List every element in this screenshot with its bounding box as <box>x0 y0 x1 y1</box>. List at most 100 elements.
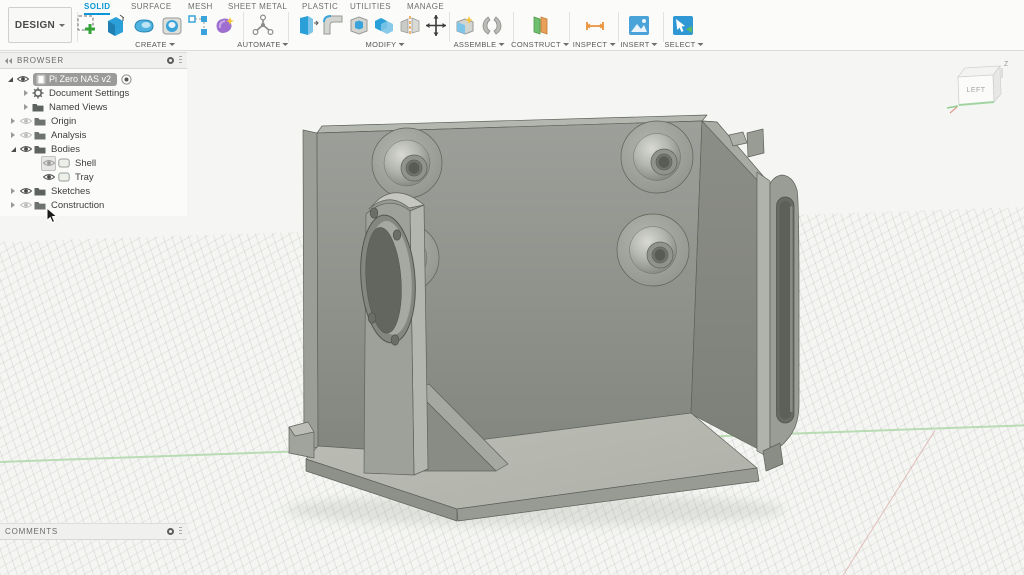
measure-icon[interactable] <box>583 13 607 38</box>
group-create[interactable]: CREATE <box>135 40 175 49</box>
expand-caret-icon[interactable] <box>5 77 15 82</box>
standoff-top-left[interactable] <box>372 128 442 198</box>
expand-caret-icon[interactable] <box>8 132 18 138</box>
expand-caret-icon[interactable] <box>21 104 31 110</box>
tree-row-bodies[interactable]: Bodies <box>0 142 187 156</box>
right-wall-outer-edge[interactable] <box>757 172 770 458</box>
visibility-eye-off-icon[interactable] <box>18 117 33 125</box>
hole-icon[interactable] <box>160 13 184 38</box>
group-inspect-label: INSPECT <box>573 40 608 49</box>
browser-header[interactable]: BROWSER <box>0 52 187 69</box>
tree-item-label: Sketches <box>51 186 90 197</box>
tree-row-tray[interactable]: Tray <box>0 170 187 184</box>
folder-icon <box>33 187 47 196</box>
fillet-icon[interactable] <box>321 13 345 38</box>
folder-icon <box>33 117 47 126</box>
folder-icon <box>31 103 45 112</box>
tree-row-sketches[interactable]: Sketches <box>0 184 187 198</box>
group-insert[interactable]: INSERT <box>620 40 657 49</box>
port-panel-tab[interactable] <box>747 129 764 157</box>
visibility-eye-off-icon[interactable] <box>18 131 33 139</box>
standoff-bottom-right[interactable] <box>617 214 689 286</box>
view-cube[interactable]: LEFT Z <box>944 56 1014 122</box>
tab-utilities[interactable]: UTILITIES <box>350 2 391 13</box>
tab-plastic[interactable]: PLASTIC <box>302 2 338 13</box>
visibility-eye-icon[interactable] <box>18 187 33 195</box>
standoff-top-right[interactable] <box>621 121 693 193</box>
group-select[interactable]: SELECT <box>665 40 704 49</box>
extrude-icon[interactable] <box>104 13 128 38</box>
selected-root-chip[interactable]: Pi Zero NAS v2 <box>33 73 117 86</box>
tree-item-label: Tray <box>75 172 94 183</box>
create-sketch-icon[interactable] <box>76 13 100 38</box>
visibility-eye-icon[interactable] <box>15 75 30 83</box>
tree-row-named-views[interactable]: Named Views <box>0 100 187 114</box>
group-inspect[interactable]: INSPECT <box>573 40 616 49</box>
comments-header[interactable]: COMMENTS <box>0 523 187 540</box>
insert-image-icon[interactable] <box>627 13 651 38</box>
collapse-panel-icon[interactable] <box>5 58 12 64</box>
tree-row-shell[interactable]: Shell <box>0 156 187 170</box>
tree-item-label: Shell <box>75 158 96 169</box>
expand-caret-icon[interactable] <box>8 188 18 194</box>
viewport-3d[interactable]: LEFT Z BROWSER <box>0 50 1024 575</box>
expand-caret-icon[interactable] <box>8 202 18 208</box>
browser-panel: BROWSER Pi Zero NAS v2 <box>0 52 187 216</box>
visibility-eye-icon[interactable] <box>40 173 57 181</box>
visibility-eye-hover-icon[interactable] <box>40 156 57 171</box>
comments-panel: COMMENTS <box>0 523 187 540</box>
expand-caret-icon[interactable] <box>21 90 31 96</box>
construct-plane-icon[interactable] <box>528 13 552 38</box>
gear-icon <box>31 87 45 99</box>
tree-row-analysis[interactable]: Analysis <box>0 128 187 142</box>
joint-icon[interactable] <box>480 13 504 38</box>
automate-icon[interactable] <box>251 13 275 38</box>
new-component-icon[interactable] <box>453 13 477 38</box>
split-body-icon[interactable] <box>398 13 422 38</box>
folder-icon <box>33 201 47 210</box>
panel-options-icon[interactable] <box>167 57 174 64</box>
document-icon <box>36 74 46 85</box>
group-modify[interactable]: MODIFY <box>366 40 405 49</box>
group-create-label: CREATE <box>135 40 167 49</box>
panel-grip-icon[interactable] <box>179 56 182 65</box>
tree-row-document-settings[interactable]: Document Settings <box>0 86 187 100</box>
screw-hole-4 <box>391 335 399 345</box>
folder-icon <box>33 131 47 140</box>
select-icon[interactable] <box>671 13 695 38</box>
viewcube-face-label[interactable]: LEFT <box>966 87 985 94</box>
tree-row-root[interactable]: Pi Zero NAS v2 <box>0 72 187 86</box>
visibility-eye-off-icon[interactable] <box>18 201 33 209</box>
toolbar-separator <box>618 12 619 42</box>
press-pull-icon[interactable] <box>295 13 319 38</box>
group-assemble-label: ASSEMBLE <box>454 40 497 49</box>
revolve-icon[interactable] <box>132 13 156 38</box>
tab-surface[interactable]: SURFACE <box>131 2 172 13</box>
left-wall-edge[interactable] <box>303 130 318 451</box>
group-assemble[interactable]: ASSEMBLE <box>454 40 505 49</box>
expand-caret-icon[interactable] <box>8 147 18 152</box>
panel-grip-icon[interactable] <box>179 527 182 536</box>
tab-mesh[interactable]: MESH <box>188 2 213 13</box>
visibility-eye-icon[interactable] <box>18 145 33 153</box>
tree-row-construction[interactable]: Construction <box>0 198 187 212</box>
expand-caret-icon[interactable] <box>8 118 18 124</box>
tab-manage[interactable]: MANAGE <box>407 2 444 13</box>
screw-hole-2 <box>393 230 401 240</box>
tree-item-label: Origin <box>51 116 76 127</box>
activate-component-icon[interactable] <box>121 74 132 85</box>
group-construct-label: CONSTRUCT <box>511 40 561 49</box>
toolbar-separator <box>243 12 244 42</box>
group-automate[interactable]: AUTOMATE <box>237 40 288 49</box>
pattern-icon[interactable] <box>186 13 210 38</box>
design-workspace-button[interactable]: DESIGN <box>8 7 72 43</box>
tree-row-origin[interactable]: Origin <box>0 114 187 128</box>
combine-icon[interactable] <box>372 13 396 38</box>
panel-options-icon[interactable] <box>167 528 174 535</box>
shell-tool-icon[interactable] <box>347 13 371 38</box>
tab-sheet-metal[interactable]: SHEET METAL <box>228 2 287 13</box>
form-icon[interactable] <box>212 13 236 38</box>
group-construct[interactable]: CONSTRUCT <box>511 40 569 49</box>
tree-item-label: Bodies <box>51 144 80 155</box>
move-icon[interactable] <box>424 13 448 38</box>
